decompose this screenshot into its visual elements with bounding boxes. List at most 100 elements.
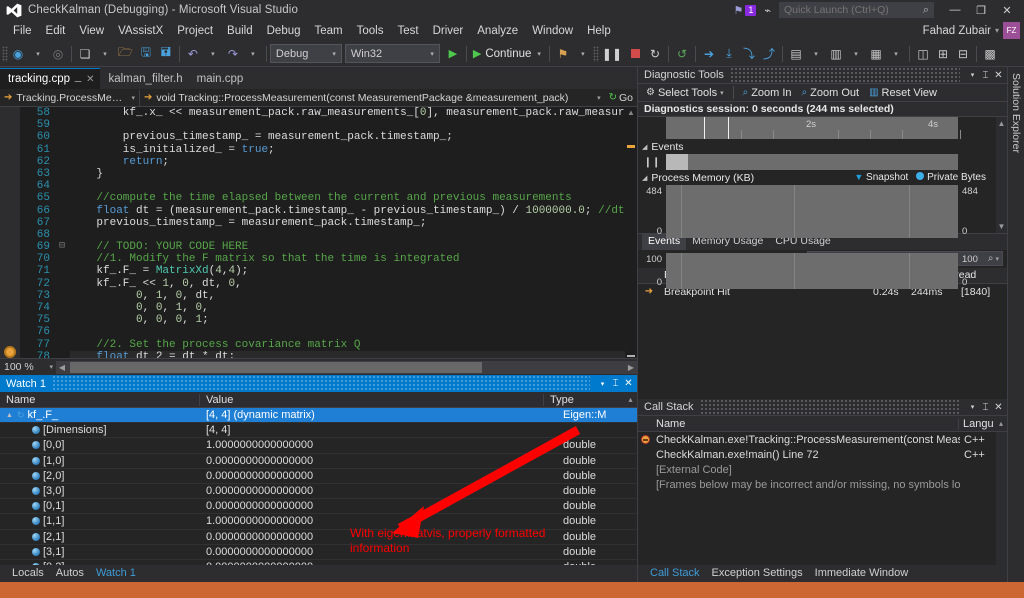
menu-item-debug[interactable]: Debug (260, 23, 308, 39)
code-line[interactable]: return; (70, 156, 637, 168)
table-row[interactable]: [Frames below may be incorrect and/or mi… (638, 477, 996, 492)
table-row[interactable]: CheckKalman.exe!Tracking::ProcessMeasure… (638, 432, 996, 447)
tab-immediate-window[interactable]: Immediate Window (809, 565, 915, 582)
watch-sort-icon[interactable]: ▴ (624, 395, 637, 404)
code-line[interactable]: //2. Set the process covariance matrix Q (70, 339, 637, 351)
step-over-button[interactable]: ⤵ (739, 43, 759, 65)
menu-item-build[interactable]: Build (220, 23, 260, 39)
call-stack-column-name[interactable]: Name (652, 417, 959, 430)
breakpoint-gutter[interactable] (0, 107, 20, 358)
code-text-area[interactable]: kf_.x_ << measurement_pack.raw_measureme… (68, 107, 637, 358)
code-line[interactable]: 0, 1, 0, dt, (70, 290, 637, 302)
code-fold-gutter[interactable]: ⊟ (56, 107, 68, 358)
cpu-graph-row[interactable]: 100 0 100 0 (638, 253, 996, 289)
scroll-up-icon[interactable]: ▲ (625, 107, 637, 119)
chevron-down-icon[interactable]: ▾ (995, 255, 999, 263)
chevron-down-icon[interactable]: ▾ (966, 71, 979, 79)
panel-drag-dots[interactable] (51, 375, 590, 392)
minimize-button[interactable]: — (942, 1, 968, 19)
code-line[interactable] (70, 180, 637, 192)
chevron-down-icon[interactable]: ▾ (966, 403, 979, 411)
chevron-down-icon[interactable]: ▾ (596, 380, 609, 388)
close-icon[interactable]: ✕ (992, 70, 1005, 81)
hscroll-thumb[interactable] (70, 361, 483, 373)
table-row[interactable]: ▸[Dimensions][4, 4] (0, 423, 637, 439)
save-button[interactable]: 🖫 (136, 43, 156, 65)
new-project-button[interactable]: ❏ (75, 43, 95, 65)
open-file-button[interactable]: 🗁 (115, 43, 136, 65)
select-tools-button[interactable]: ⚙ Select Tools ▾ (642, 87, 728, 99)
table-row[interactable]: ▸[0,1]0.0000000000000000 double (0, 499, 637, 515)
navigate-backward-caret[interactable]: ▾ (28, 43, 48, 65)
scroll-left-icon[interactable]: ◀ (56, 363, 68, 372)
timeline-marker-end[interactable] (728, 117, 729, 139)
restart-button[interactable]: ↻ (645, 43, 665, 65)
code-line[interactable]: 0, 0, 1, 0, (70, 302, 637, 314)
diagnostics-vertical-scrollbar[interactable]: ▲ ▼ (996, 117, 1007, 233)
menu-item-driver[interactable]: Driver (426, 23, 471, 39)
code-line[interactable]: // TODO: YOUR CODE HERE (70, 241, 637, 253)
undo-button[interactable]: ↶ (183, 43, 203, 65)
hot-reload-button[interactable]: ↺ (672, 43, 692, 65)
menu-item-analyze[interactable]: Analyze (470, 23, 525, 39)
hscroll-track[interactable] (68, 361, 625, 374)
toolbar-icon-3[interactable]: ▦ (866, 43, 886, 65)
panel-drag-dots[interactable] (699, 399, 960, 415)
code-line[interactable]: float dt_2 = dt * dt; (70, 350, 637, 358)
menu-item-edit[interactable]: Edit (39, 23, 73, 39)
feedback-icon[interactable]: ⌁ (764, 4, 771, 17)
code-line[interactable]: float dt = (measurement_pack.timestamp_ … (70, 205, 637, 217)
code-line[interactable] (70, 119, 637, 131)
code-line[interactable]: previous_timestamp_ = measurement_pack.t… (70, 217, 637, 229)
zoom-level-dropdown[interactable]: 100 % ▾ (0, 361, 56, 373)
menu-item-project[interactable]: Project (170, 23, 220, 39)
code-line[interactable]: kf_.F_ << 1, 0, dt, 0, (70, 278, 637, 290)
toolbar-icon-2[interactable]: ▥ (826, 43, 846, 65)
editor-vertical-scrollbar[interactable]: ▲ (625, 107, 637, 358)
member-dropdown[interactable]: ➔ void Tracking::ProcessMeasurement(cons… (140, 90, 605, 106)
solution-explorer-rail[interactable]: Solution Explorer (1007, 67, 1024, 582)
close-button[interactable]: ✕ (994, 1, 1020, 19)
redo-button[interactable]: ↷ (223, 43, 243, 65)
memory-section-header[interactable]: ◢ Process Memory (KB) ▼ Snapshot Private… (638, 170, 996, 185)
zoom-in-button[interactable]: ⌕ Zoom In (739, 87, 796, 99)
code-line[interactable]: //compute the time elapsed between the c… (70, 192, 637, 204)
tab-watch-1[interactable]: Watch 1 (89, 565, 142, 583)
redo-caret[interactable]: ▾ (243, 43, 263, 65)
close-icon[interactable]: ✕ (992, 402, 1005, 413)
avatar[interactable]: FZ (1003, 22, 1020, 39)
toolbar-icon-2-caret[interactable]: ▾ (846, 43, 866, 65)
toolbar-icon-1-caret[interactable]: ▾ (806, 43, 826, 65)
menu-item-vassistx[interactable]: VAssistX (111, 23, 170, 39)
tab-exception-settings[interactable]: Exception Settings (706, 565, 809, 582)
scope-dropdown[interactable]: ➔ Tracking.ProcessMeasurement ▾ (0, 89, 140, 106)
navigate-backward-button[interactable]: ◉ (8, 43, 28, 65)
tab-locals[interactable]: Locals (6, 565, 50, 582)
scroll-right-icon[interactable]: ▶ (625, 363, 637, 372)
toolbar-icon-1[interactable]: ▤ (786, 43, 806, 65)
quick-launch-input[interactable] (784, 4, 923, 16)
go-button[interactable]: ↻ Go (605, 92, 637, 104)
code-line[interactable]: //1. Modify the F matrix so that the tim… (70, 253, 637, 265)
watch-row-value[interactable]: 0.0000000000000000 (200, 455, 557, 467)
watch-column-type[interactable]: Type (544, 394, 624, 406)
code-line[interactable] (70, 229, 637, 241)
table-row[interactable]: ▸[2,0]0.0000000000000000 double (0, 469, 637, 484)
call-stack-header[interactable]: Call Stack ▾ ⌶ ✕ (638, 399, 1007, 416)
code-line[interactable] (70, 326, 637, 338)
editor-tab-kalman-filter-h[interactable]: kalman_filter.h (100, 68, 189, 89)
zoom-out-button[interactable]: ⌕ Zoom Out (798, 87, 864, 99)
break-all-button[interactable]: ❚❚ (599, 43, 625, 65)
solution-platform-dropdown[interactable]: Win32 ▾ (344, 44, 440, 63)
expand-triangle-icon[interactable]: ▲ (6, 412, 14, 419)
restore-button[interactable]: ❐ (968, 1, 994, 19)
tab-call-stack[interactable]: Call Stack (644, 565, 706, 583)
reset-view-button[interactable]: ▥ Reset View (865, 87, 941, 99)
menu-item-file[interactable]: File (6, 23, 39, 39)
tab-autos[interactable]: Autos (50, 565, 90, 582)
pin-icon[interactable]: ⚊ (74, 74, 82, 85)
watch-row-value[interactable]: 0.0000000000000000 (200, 561, 557, 565)
menu-item-team[interactable]: Team (308, 23, 350, 39)
breakpoint-marker-icon[interactable] (4, 346, 16, 358)
scroll-down-icon[interactable]: ▼ (998, 222, 1006, 231)
